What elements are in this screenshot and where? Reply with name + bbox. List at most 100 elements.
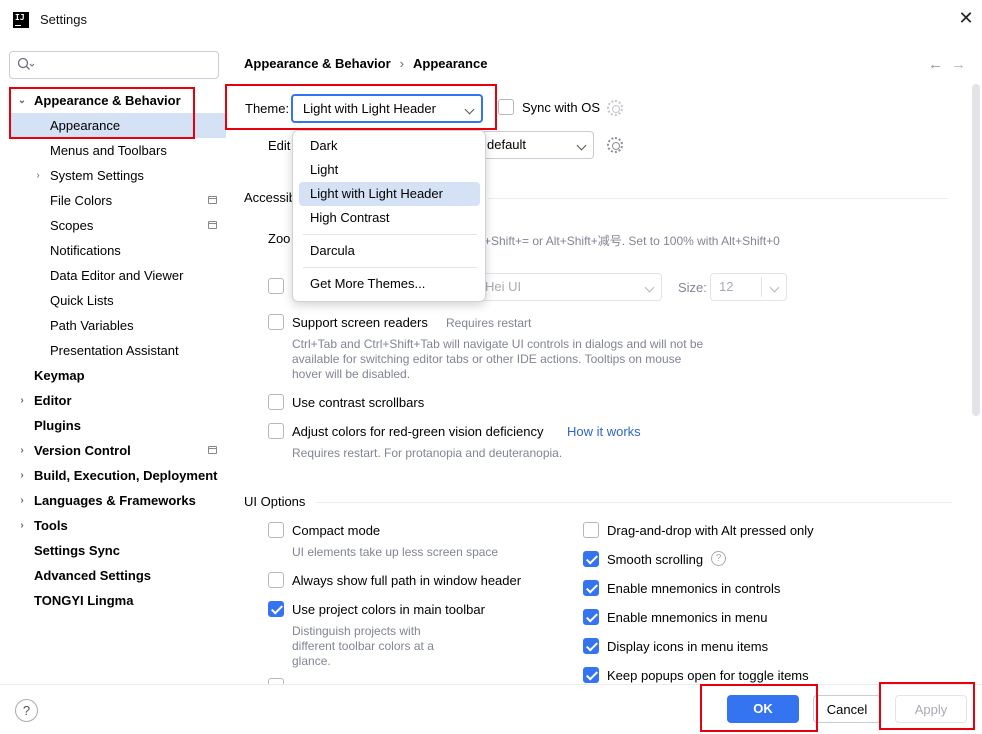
drag-drop-alt-checkbox[interactable] <box>583 522 599 538</box>
get-more-themes-option[interactable]: Get More Themes... <box>299 272 480 296</box>
compact-mode-desc: UI elements take up less screen space <box>292 545 499 559</box>
dialog-footer: ? OK Cancel Apply <box>0 684 982 734</box>
mnemonics-controls-checkbox[interactable] <box>583 580 599 596</box>
font-dropdown[interactable]: Hei UI <box>472 273 662 301</box>
apply-button[interactable]: Apply <box>895 695 967 723</box>
use-custom-font-checkbox[interactable] <box>268 278 284 294</box>
project-colors-desc: Distinguish projects with <box>292 624 421 638</box>
gear-icon[interactable] <box>607 137 623 153</box>
help-icon[interactable]: ? <box>711 551 726 566</box>
how-it-works-link[interactable]: How it works <box>567 424 641 439</box>
menu-icons-label: Display icons in menu items <box>607 639 769 654</box>
help-button[interactable]: ? <box>15 699 38 722</box>
sidebar-item-system-settings[interactable]: › System Settings <box>0 163 226 188</box>
accessibility-header: Accessib <box>244 190 297 205</box>
screen-readers-desc: hover will be disabled. <box>292 367 411 381</box>
project-colors-label: Use project colors in main toolbar <box>292 602 485 617</box>
sidebar-item-appearance[interactable]: Appearance <box>10 113 226 138</box>
sidebar-item-file-colors[interactable]: File Colors <box>0 188 226 213</box>
sidebar-item-build-execution[interactable]: › Build, Execution, Deployment <box>0 463 226 488</box>
contrast-scrollbars-label: Use contrast scrollbars <box>292 395 425 410</box>
sidebar-item-menus-toolbars[interactable]: Menus and Toolbars <box>0 138 226 163</box>
theme-dropdown[interactable]: Light with Light Header <box>291 94 483 123</box>
sidebar-item-editor[interactable]: › Editor <box>0 388 226 413</box>
gear-icon[interactable] <box>607 100 623 116</box>
chevron-right-icon: › <box>20 470 24 481</box>
sidebar-item-quick-lists[interactable]: Quick Lists <box>0 288 226 313</box>
sidebar-item-settings-sync[interactable]: Settings Sync <box>0 538 226 563</box>
sidebar-item-version-control[interactable]: › Version Control <box>0 438 226 463</box>
chevron-right-icon: › <box>20 520 24 531</box>
vertical-scrollbar[interactable] <box>972 84 980 416</box>
breadcrumb-parent[interactable]: Appearance & Behavior <box>244 56 391 71</box>
cancel-button[interactable]: Cancel <box>813 695 881 723</box>
screen-readers-label: Support screen readers <box>292 315 428 330</box>
sidebar-item-advanced-settings[interactable]: Advanced Settings <box>0 563 226 588</box>
project-level-icon <box>208 446 217 454</box>
theme-option-light-header[interactable]: Light with Light Header <box>299 182 480 206</box>
ok-button[interactable]: OK <box>727 695 799 723</box>
keep-popups-label: Keep popups open for toggle items <box>607 668 809 683</box>
project-level-icon <box>208 196 217 204</box>
theme-option-dark[interactable]: Dark <box>299 134 480 158</box>
smooth-scrolling-label: Smooth scrolling <box>607 552 704 567</box>
sidebar: ⌄ Appearance & Behavior Appearance Menus… <box>0 40 226 684</box>
compact-mode-label: Compact mode <box>292 523 381 538</box>
sidebar-item-plugins[interactable]: Plugins <box>0 413 226 438</box>
sidebar-item-languages-frameworks[interactable]: › Languages & Frameworks <box>0 488 226 513</box>
search-input[interactable] <box>9 51 219 79</box>
chevron-down-icon: ⌄ <box>17 95 27 106</box>
sidebar-item-path-variables[interactable]: Path Variables <box>0 313 226 338</box>
project-level-icon <box>208 221 217 229</box>
chevron-down-icon <box>769 282 780 293</box>
sidebar-item-tools[interactable]: › Tools <box>0 513 226 538</box>
sidebar-item-appearance-behavior[interactable]: ⌄ Appearance & Behavior <box>0 88 226 113</box>
window-title: Settings <box>40 12 87 27</box>
red-green-checkbox[interactable] <box>268 423 284 439</box>
full-path-checkbox[interactable] <box>268 572 284 588</box>
keep-popups-checkbox[interactable] <box>583 667 599 683</box>
back-arrow-icon[interactable]: ← <box>928 56 951 73</box>
sidebar-item-keymap[interactable]: Keymap <box>0 363 226 388</box>
breadcrumb: Appearance & Behavior › Appearance <box>244 56 488 71</box>
sidebar-item-presentation-assistant[interactable]: Presentation Assistant <box>0 338 226 363</box>
menu-icons-checkbox[interactable] <box>583 638 599 654</box>
close-icon[interactable]: ✕ <box>958 10 974 28</box>
screen-readers-checkbox[interactable] <box>268 314 284 330</box>
title-bar: IJ Settings ✕ <box>0 0 982 40</box>
sidebar-item-tongyi-lingma[interactable]: TONGYI Lingma <box>0 588 226 613</box>
theme-option-high-contrast[interactable]: High Contrast <box>299 206 480 230</box>
theme-option-light[interactable]: Light <box>299 158 480 182</box>
compact-mode-checkbox[interactable] <box>268 522 284 538</box>
app-logo-icon: IJ <box>13 12 29 28</box>
smooth-scrolling-checkbox[interactable] <box>583 551 599 567</box>
project-colors-desc: glance. <box>292 654 331 668</box>
project-colors-checkbox[interactable] <box>268 601 284 617</box>
chevron-down-icon <box>644 282 655 293</box>
chevron-right-icon: › <box>20 495 24 506</box>
theme-option-darcula[interactable]: Darcula <box>299 239 480 263</box>
font-size-dropdown[interactable]: 12 <box>710 273 787 301</box>
section-divider <box>316 502 952 503</box>
sidebar-item-scopes[interactable]: Scopes <box>0 213 226 238</box>
sidebar-item-data-editor[interactable]: Data Editor and Viewer <box>0 263 226 288</box>
screen-readers-note: Requires restart <box>446 316 532 330</box>
chevron-right-icon: › <box>20 445 24 456</box>
chevron-right-icon: › <box>20 395 24 406</box>
sync-with-os-checkbox[interactable] <box>498 99 514 115</box>
red-green-desc: Requires restart. For protanopia and deu… <box>292 446 563 460</box>
full-path-label: Always show full path in window header <box>292 573 522 588</box>
breadcrumb-current: Appearance <box>413 56 488 71</box>
theme-label: Theme: <box>245 101 290 116</box>
editor-scheme-dropdown[interactable]: default <box>472 131 594 159</box>
mnemonics-menu-checkbox[interactable] <box>583 609 599 625</box>
section-divider <box>488 198 948 199</box>
zoom-label: Zoo <box>268 231 291 246</box>
contrast-scrollbars-checkbox[interactable] <box>268 394 284 410</box>
forward-arrow-icon[interactable]: → <box>951 56 974 73</box>
history-navigation: ←→ <box>928 56 974 73</box>
sidebar-item-notifications[interactable]: Notifications <box>0 238 226 263</box>
screen-readers-desc: available for switching editor tabs or o… <box>292 352 682 366</box>
ui-options-header: UI Options <box>244 494 306 509</box>
project-colors-desc: different toolbar colors at a <box>292 639 434 653</box>
